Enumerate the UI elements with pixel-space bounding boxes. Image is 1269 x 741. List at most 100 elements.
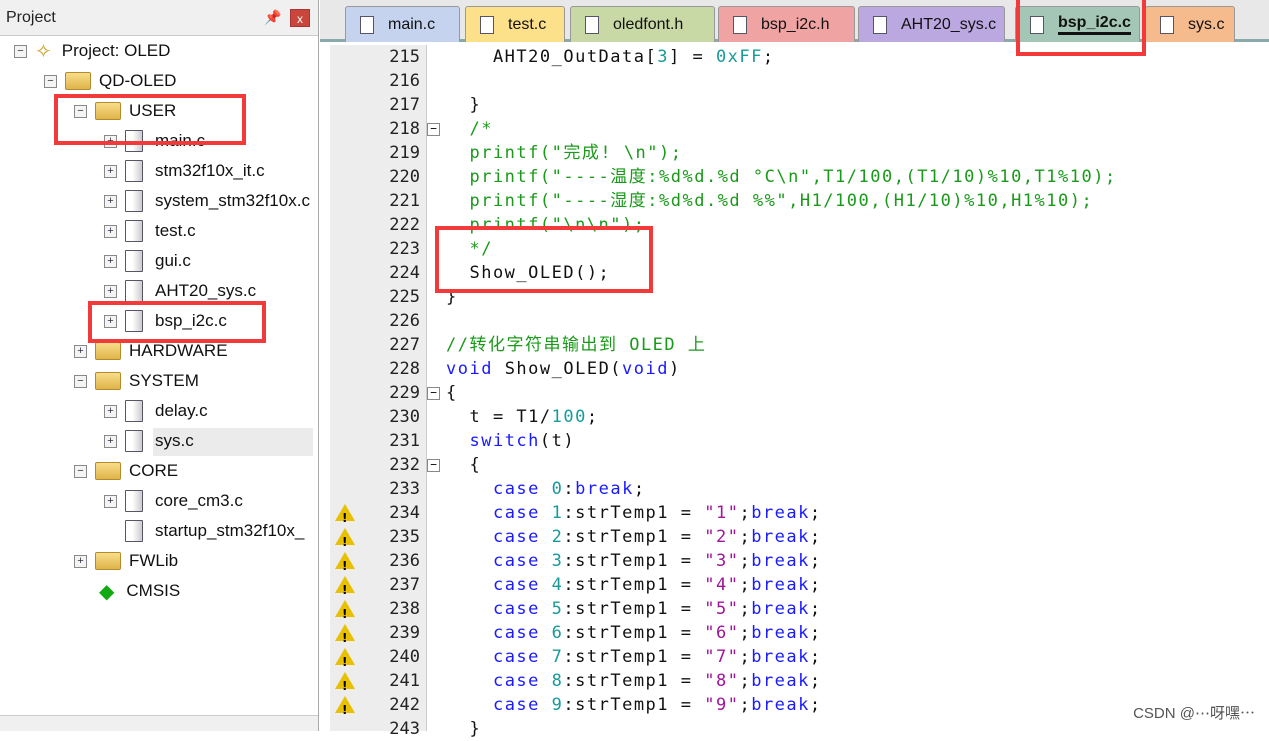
tab-test-c[interactable]: test.c (465, 6, 565, 42)
code-token: break (751, 671, 810, 691)
code-text: case 3:strTemp1 = "3";break; (446, 549, 822, 573)
file-icon (125, 220, 143, 242)
tree-item[interactable]: + system_stm32f10x.c (104, 186, 310, 216)
code-line: 229−{ (330, 381, 1269, 405)
fold-collapse-icon[interactable]: − (427, 123, 440, 136)
code-line: 219 printf("完成! \n"); (330, 141, 1269, 165)
code-token: ; (809, 551, 822, 571)
fold-collapse-icon[interactable]: − (427, 459, 440, 472)
code-token: ; (739, 503, 752, 523)
expand-icon[interactable]: + (74, 554, 87, 568)
tree-item-label: gui.c (155, 251, 191, 270)
code-token: t = T1/ (446, 407, 552, 427)
expand-icon[interactable]: + (104, 404, 117, 418)
warning-icon[interactable] (335, 696, 355, 722)
tree-item[interactable]: − SYSTEM (74, 366, 199, 396)
tree-item[interactable]: + stm32f10x_it.c (104, 156, 265, 186)
collapse-icon[interactable]: − (74, 464, 87, 478)
code-line: 227 //转化字符串输出到 OLED 上 (330, 333, 1269, 357)
collapse-icon[interactable]: − (44, 74, 57, 88)
expand-icon[interactable]: + (104, 194, 117, 208)
code-token: case (492, 671, 540, 691)
cmsis-icon: ◆ (99, 580, 115, 603)
code-token: break (751, 623, 810, 643)
project-icon: ✧ (35, 40, 52, 63)
watermark: CSDN @⋯呀嘿⋯ (1133, 705, 1255, 722)
tree-item[interactable]: + gui.c (104, 246, 191, 276)
tree-item[interactable]: ◆ CMSIS (74, 576, 180, 606)
tree-item[interactable]: + FWLib (74, 546, 178, 576)
tab-main-c[interactable]: main.c (345, 6, 460, 42)
code-token: : (563, 479, 576, 499)
expand-icon[interactable]: + (74, 344, 87, 358)
highlight-box-user (54, 94, 246, 145)
tree-item[interactable]: + test.c (104, 216, 196, 246)
code-token: ; (739, 599, 752, 619)
tree-item[interactable]: startup_stm32f10x_ (104, 516, 304, 546)
expand-icon[interactable]: + (104, 224, 117, 238)
warning-icon[interactable] (335, 504, 355, 530)
code-token: break (751, 527, 810, 547)
fold-collapse-icon[interactable]: − (427, 387, 440, 400)
code-line: 232− { (330, 453, 1269, 477)
code-text: case 0:break; (446, 477, 646, 501)
code-text: { (446, 453, 481, 477)
collapse-icon[interactable]: − (14, 44, 27, 58)
line-number: 228 (389, 359, 420, 379)
tree-item-label: system_stm32f10x.c (155, 191, 310, 210)
warning-icon[interactable] (335, 528, 355, 554)
expand-icon[interactable]: + (104, 494, 117, 508)
tab-aht20-sys-c[interactable]: AHT20_sys.c (858, 6, 1005, 42)
tree-item-label: test.c (155, 221, 196, 240)
code-text: case 5:strTemp1 = "5";break; (446, 597, 822, 621)
tree-item[interactable]: − QD-OLED (44, 66, 176, 96)
tree-item[interactable]: − ✧ Project: OLED (14, 36, 170, 66)
horizontal-scrollbar[interactable] (0, 715, 318, 731)
warning-icon[interactable] (335, 552, 355, 578)
code-line: 238 case 5:strTemp1 = "5";break; (330, 597, 1269, 626)
close-icon[interactable]: x (290, 8, 310, 27)
tree-item[interactable]: + delay.c (104, 396, 208, 426)
line-number: 222 (389, 215, 420, 235)
pin-icon[interactable]: 📌 (264, 9, 282, 26)
tree-item[interactable]: + core_cm3.c (104, 486, 243, 516)
warning-icon[interactable] (335, 600, 355, 626)
tab-label: test.c (508, 15, 547, 33)
tab-bsp-i2c-h[interactable]: bsp_i2c.h (718, 6, 855, 42)
code-token: 0xFF (715, 47, 763, 67)
collapse-icon[interactable]: − (74, 374, 87, 388)
tree-item-label: core_cm3.c (155, 491, 243, 510)
code-token: "5" (704, 599, 740, 619)
line-number: 240 (389, 647, 420, 667)
tab-label: main.c (388, 15, 436, 33)
tree-item[interactable]: + sys.c (104, 426, 194, 456)
code-line: 236 case 3:strTemp1 = "3";break; (330, 549, 1269, 578)
warning-icon[interactable] (335, 672, 355, 698)
panel-title: Project (6, 8, 56, 26)
warning-icon[interactable] (335, 624, 355, 650)
expand-icon[interactable]: + (104, 434, 117, 448)
code-text: //转化字符串输出到 OLED 上 (446, 333, 706, 357)
expand-icon[interactable]: + (104, 254, 117, 268)
code-token: case (492, 599, 540, 619)
tab-oledfont-h[interactable]: oledfont.h (570, 6, 715, 42)
expand-icon[interactable]: + (104, 284, 117, 298)
code-token: :strTemp1 = (563, 551, 705, 571)
code-text: printf("----湿度:%d%d.%d %%",H1/100,(H1/10… (446, 189, 1093, 213)
warning-icon[interactable] (335, 648, 355, 674)
tree-item[interactable]: − CORE (74, 456, 178, 486)
code-token: 5 (551, 599, 564, 619)
warning-icon[interactable] (335, 576, 355, 602)
tab-sys-c[interactable]: sys.c (1145, 6, 1235, 42)
code-token: } (446, 95, 482, 115)
expand-icon[interactable]: + (104, 164, 117, 178)
code-token: 7 (551, 647, 564, 667)
line-number: 234 (389, 503, 420, 523)
